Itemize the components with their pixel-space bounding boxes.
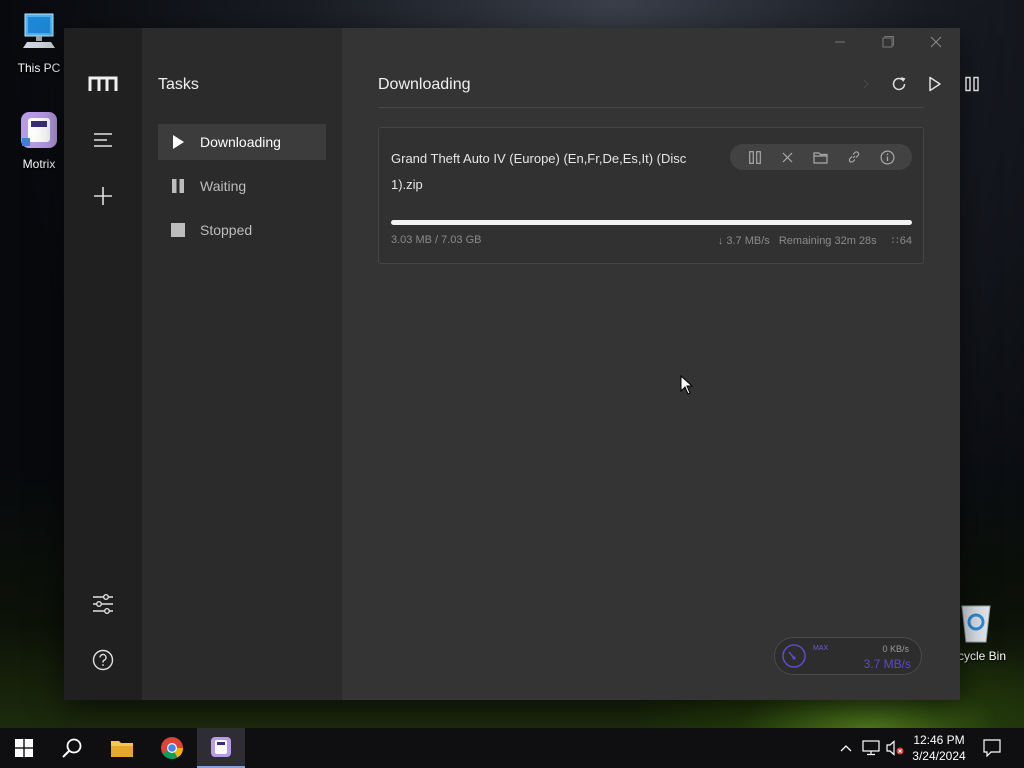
download-speed: 3.7 MB/s: [863, 657, 911, 671]
nav-item-label: Stopped: [200, 222, 253, 238]
app-logo[interactable]: [87, 68, 119, 100]
task-meta: 3.03 MB / 7.03 GB ↓ 3.7 MB/s Remaining 3…: [391, 234, 912, 247]
network-icon: [862, 740, 880, 756]
show-hidden-icons-button[interactable]: [836, 728, 856, 768]
task-stats: ↓ 3.7 MB/s Remaining 32m 28s ∷64: [712, 234, 912, 247]
motrix-logo-icon: [88, 76, 118, 91]
preferences-icon: [93, 594, 113, 614]
windows-logo-icon: [15, 739, 33, 757]
task-item[interactable]: Grand Theft Auto IV (Europe) (En,Fr,De,E…: [378, 127, 924, 264]
nav-item-label: Downloading: [200, 134, 281, 150]
pause-all-icon: [965, 76, 979, 92]
maximize-icon: [882, 36, 894, 48]
pause-icon: [748, 150, 761, 164]
close-icon: [782, 152, 793, 162]
close-icon: [930, 36, 942, 48]
app-sidebar: [64, 28, 142, 700]
refresh-button[interactable]: [887, 72, 911, 96]
task-list-button[interactable]: [87, 124, 119, 156]
task-info-button[interactable]: [877, 147, 897, 167]
nav-item-label: Waiting: [200, 178, 247, 194]
stop-icon: [170, 222, 186, 238]
task-delete-button[interactable]: [778, 147, 798, 167]
minimize-button[interactable]: [826, 32, 854, 52]
task-progress-fill: [391, 220, 912, 225]
refresh-icon: [892, 77, 906, 91]
computer-icon: [23, 13, 55, 48]
help-button[interactable]: [87, 644, 119, 676]
connections-icon: ∷: [891, 235, 899, 247]
folder-icon: [111, 741, 133, 757]
search-icon: [62, 738, 82, 758]
upload-speed: 0 KB/s: [882, 644, 909, 654]
pause-icon: [170, 178, 186, 194]
task-connections-count: 64: [899, 235, 912, 247]
task-remaining-time: Remaining 32m 28s: [778, 235, 877, 247]
nav-item-waiting[interactable]: Waiting: [158, 168, 326, 204]
play-icon: [170, 134, 186, 150]
resume-all-button[interactable]: [923, 72, 947, 96]
chevron-up-icon: [840, 745, 852, 752]
network-button[interactable]: [860, 728, 882, 768]
menu-icon: [94, 133, 112, 147]
task-actions: [730, 144, 912, 170]
recycle-bin-icon: [961, 605, 991, 643]
taskbar-clock[interactable]: 12:46 PM 3/24/2024: [900, 732, 978, 764]
search-button[interactable]: [48, 728, 96, 768]
info-icon: [880, 149, 895, 165]
task-progress-bar: [391, 220, 912, 225]
taskbar: 12:46 PM 3/24/2024: [0, 728, 1024, 768]
nav-item-downloading[interactable]: Downloading: [158, 124, 326, 160]
motrix-taskbar-button[interactable]: [197, 728, 245, 768]
chrome-button[interactable]: [148, 728, 196, 768]
task-connections: ∷64: [886, 235, 912, 247]
motrix-app-icon: [21, 112, 57, 148]
speedometer-icon: [782, 644, 806, 668]
preferences-button[interactable]: [87, 588, 119, 620]
task-name: Grand Theft Auto IV (Europe) (En,Fr,De,E…: [391, 151, 687, 192]
disabled-action: [854, 72, 878, 96]
start-button[interactable]: [0, 728, 48, 768]
help-icon: [92, 649, 114, 671]
task-download-speed: ↓ 3.7 MB/s: [717, 235, 770, 247]
file-explorer-button[interactable]: [98, 728, 146, 768]
desktop-icon-label: cycle Bin: [958, 649, 1007, 663]
task-copy-link-button[interactable]: [844, 147, 864, 167]
main-panel: Downloading Grand Theft Auto IV (Europe)…: [342, 28, 979, 700]
motrix-window: Tasks Downloading Waiting Stopped Downlo…: [64, 28, 979, 700]
notification-icon: [983, 739, 1001, 757]
mouse-cursor-icon: [680, 375, 694, 395]
tasks-subnav: Tasks Downloading Waiting Stopped: [142, 28, 342, 700]
speed-limit-label: MAX: [813, 645, 829, 652]
chevron-right-icon: [863, 79, 869, 89]
close-button[interactable]: [922, 32, 950, 52]
link-icon: [849, 151, 860, 163]
pause-all-button[interactable]: [960, 72, 984, 96]
task-completed-size: 3.03 MB / 7.03 GB: [391, 234, 482, 246]
speedometer[interactable]: MAX 0 KB/s 3.7 MB/s: [774, 637, 922, 675]
nav-item-stopped[interactable]: Stopped: [158, 212, 326, 248]
resume-all-icon: [929, 76, 941, 92]
add-task-button[interactable]: [87, 180, 119, 212]
minimize-icon: [835, 41, 845, 43]
task-pause-button[interactable]: [745, 147, 765, 167]
motrix-app-icon: [211, 737, 231, 757]
chrome-icon: [161, 737, 183, 759]
page-title: Downloading: [378, 76, 471, 93]
header-divider: [378, 107, 924, 108]
subnav-title: Tasks: [158, 76, 199, 93]
clock-time: 12:46 PM: [913, 733, 965, 747]
add-icon: [94, 187, 112, 205]
maximize-button[interactable]: [874, 32, 902, 52]
folder-icon: [813, 151, 829, 164]
clock-date: 3/24/2024: [912, 749, 966, 763]
task-open-folder-button[interactable]: [811, 147, 831, 167]
action-center-button[interactable]: [980, 728, 1004, 768]
